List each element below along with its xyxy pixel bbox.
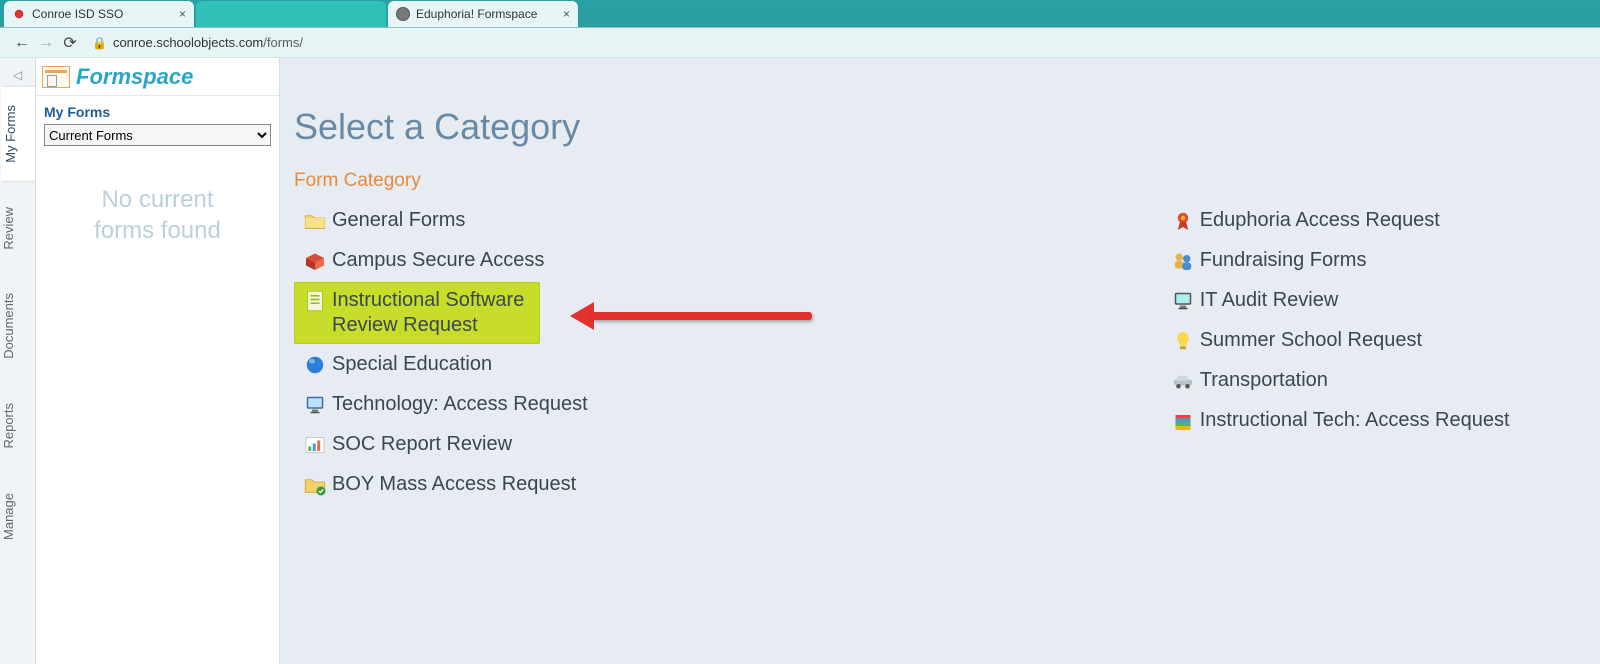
books-icon	[1168, 408, 1198, 434]
category-item[interactable]: Technology: Access Request	[294, 386, 852, 424]
empty-state-line: No current	[46, 184, 269, 215]
category-label: Instructional Software Review Request	[332, 288, 532, 338]
category-label: Summer School Request	[1200, 328, 1422, 353]
address-bar[interactable]: 🔒 conroe.schoolobjects.com/forms/	[92, 35, 1590, 50]
browser-tab-active[interactable]: Eduphoria! Formspace ×	[388, 1, 578, 27]
tab-close-icon[interactable]: ×	[179, 7, 186, 21]
chart-icon	[300, 432, 330, 458]
category-label: Campus Secure Access	[332, 248, 544, 273]
monitor-icon	[300, 392, 330, 418]
category-column: Eduphoria Access Request Fundraising Form…	[1162, 200, 1580, 506]
browser-tab[interactable]	[196, 1, 386, 27]
category-label: SOC Report Review	[332, 432, 512, 457]
category-label: BOY Mass Access Request	[332, 472, 576, 497]
category-item[interactable]: Summer School Request	[1162, 322, 1580, 360]
formspace-logo-icon	[42, 66, 70, 88]
category-item[interactable]: Eduphoria Access Request	[1162, 202, 1580, 240]
category-item[interactable]: Instructional Tech: Access Request	[1162, 402, 1580, 440]
category-label: Technology: Access Request	[332, 392, 588, 417]
folder-check-icon	[300, 472, 330, 498]
empty-state: No current forms found	[36, 156, 279, 274]
doc-green-icon	[300, 288, 330, 314]
side-tab-reports[interactable]: Reports	[0, 384, 35, 468]
category-item[interactable]: Special Education	[294, 346, 852, 384]
lock-icon: 🔒	[92, 36, 107, 50]
bulb-icon	[1168, 328, 1198, 354]
tab-favicon-icon	[396, 7, 410, 21]
category-item[interactable]: Transportation	[1162, 362, 1580, 400]
category-label: Instructional Tech: Access Request	[1200, 408, 1510, 433]
section-title: Form Category	[294, 170, 1580, 192]
category-column: General Forms Campus Secure Access Instruc…	[294, 200, 852, 506]
browser-tab[interactable]: Conroe ISD SSO ×	[4, 1, 194, 27]
browser-tab-strip: Conroe ISD SSO × Eduphoria! Formspace ×	[0, 0, 1600, 28]
tab-close-icon[interactable]: ×	[563, 7, 570, 21]
left-pane-heading: My Forms	[36, 96, 279, 124]
brand-text: Formspace	[76, 64, 193, 90]
category-item[interactable]: Instructional Software Review Request	[294, 282, 540, 344]
monitor2-icon	[1168, 288, 1198, 314]
main-content: Select a Category Form Category General …	[280, 58, 1600, 664]
left-pane: Formspace My Forms Current Forms No curr…	[36, 58, 280, 664]
category-item[interactable]: Campus Secure Access	[294, 242, 852, 280]
back-button[interactable]: ←	[10, 34, 34, 52]
side-tab-my-forms[interactable]: My Forms	[1, 86, 36, 182]
collapse-sidebar-icon[interactable]: ◁	[13, 68, 22, 82]
category-label: Special Education	[332, 352, 492, 377]
category-label: IT Audit Review	[1200, 288, 1339, 313]
forms-filter-select[interactable]: Current Forms	[44, 124, 271, 146]
category-item[interactable]: SOC Report Review	[294, 426, 852, 464]
tab-title: Eduphoria! Formspace	[416, 7, 537, 21]
side-tab-strip: ◁ My Forms Review Documents Reports Mana…	[0, 58, 36, 664]
folder-icon	[300, 208, 330, 234]
side-tab-review[interactable]: Review	[0, 188, 35, 269]
tab-favicon-icon	[12, 7, 26, 21]
browser-toolbar: ← → ⟳ 🔒 conroe.schoolobjects.com/forms/	[0, 28, 1600, 58]
sphere-blue-icon	[300, 352, 330, 378]
brand-row: Formspace	[36, 58, 279, 96]
page-title: Select a Category	[294, 106, 1580, 148]
category-label: Fundraising Forms	[1200, 248, 1367, 273]
empty-state-line: forms found	[46, 215, 269, 246]
category-item[interactable]: BOY Mass Access Request	[294, 466, 852, 504]
people-icon	[1168, 248, 1198, 274]
car-icon	[1168, 368, 1198, 394]
url-text: conroe.schoolobjects.com/forms/	[113, 35, 303, 50]
side-tab-documents[interactable]: Documents	[0, 274, 35, 378]
browser-chrome: Conroe ISD SSO × Eduphoria! Formspace × …	[0, 0, 1600, 58]
category-item[interactable]: Fundraising Forms	[1162, 242, 1580, 280]
category-label: Eduphoria Access Request	[1200, 208, 1440, 233]
category-label: Transportation	[1200, 368, 1328, 393]
category-label: General Forms	[332, 208, 465, 233]
side-tab-manage[interactable]: Manage	[0, 474, 35, 559]
category-item[interactable]: IT Audit Review	[1162, 282, 1580, 320]
forward-button[interactable]: →	[34, 34, 58, 52]
tab-title: Conroe ISD SSO	[32, 7, 123, 21]
reload-button[interactable]: ⟳	[58, 33, 82, 53]
box-red-icon	[300, 248, 330, 274]
app-shell: ◁ My Forms Review Documents Reports Mana…	[0, 58, 1600, 664]
ribbon-icon	[1168, 208, 1198, 234]
category-columns: General Forms Campus Secure Access Instruc…	[294, 200, 1580, 506]
category-item[interactable]: General Forms	[294, 202, 852, 240]
